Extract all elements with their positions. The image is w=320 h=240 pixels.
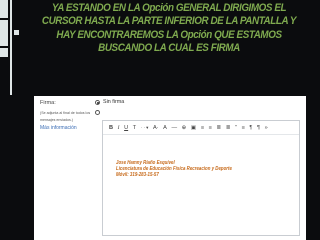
firma-label: Firma: xyxy=(40,100,56,106)
numbered-list-button[interactable]: ≡ xyxy=(201,124,204,132)
more-info-link[interactable]: Más información xyxy=(40,125,77,131)
text-color-button[interactable]: A xyxy=(163,124,167,132)
ltr-button[interactable]: ¶ xyxy=(257,124,260,132)
radio-selected-icon[interactable] xyxy=(95,99,100,105)
radio-signature[interactable] xyxy=(95,108,100,116)
signature-settings-panel: Firma: (Se adjunta al final de todos los… xyxy=(34,96,306,240)
indent-less-button[interactable]: ≣ xyxy=(217,124,222,132)
slide: YA ESTANDO EN LA Opción GENERAL DIRIGIMO… xyxy=(0,0,320,240)
signature-text[interactable]: Jose Hamny Riaño Esquivel Licenciatura d… xyxy=(116,160,248,179)
signature-phone: Móvil: 319-283-15-57 xyxy=(116,172,159,179)
indent-more-button[interactable]: ≣ xyxy=(226,124,231,132)
radio-unselected-icon[interactable] xyxy=(95,109,100,115)
font-size-button[interactable]: A· xyxy=(153,124,159,132)
font-size-dropdown-button[interactable]: · · ▾ xyxy=(141,124,149,132)
formatting-toolbar: B I U T · · ▾ A· A — ⊕ ▣ ≡ ≡ ≣ ≣ ” ≡ ¶ ¶ » xyxy=(103,121,299,135)
bullet-list-button[interactable]: ≡ xyxy=(209,124,212,132)
decorative-bars xyxy=(0,0,22,95)
underline-button[interactable]: U xyxy=(124,124,128,132)
bold-button[interactable]: B xyxy=(109,124,113,132)
font-family-button[interactable]: T xyxy=(133,124,136,132)
radio-sin-firma-label: Sin firma xyxy=(103,99,125,105)
link-button[interactable]: ⊕ xyxy=(182,124,187,132)
quote-button[interactable]: ” xyxy=(235,124,237,132)
radio-sin-firma[interactable]: Sin firma xyxy=(95,98,124,106)
firma-hint: (Se adjunta al final de todos los mensaj… xyxy=(40,111,91,122)
remove-format-button[interactable]: » xyxy=(265,124,268,132)
italic-button[interactable]: I xyxy=(118,124,120,132)
image-button[interactable]: ▣ xyxy=(191,124,196,132)
highlight-color-button[interactable]: — xyxy=(171,124,177,132)
slide-title: YA ESTANDO EN LA Opción GENERAL DIRIGIMO… xyxy=(41,2,297,55)
signature-editor[interactable]: B I U T · · ▾ A· A — ⊕ ▣ ≡ ≡ ≣ ≣ ” ≡ ¶ ¶ » Jose Hamny Riañ… xyxy=(102,120,300,236)
align-button[interactable]: ≡ xyxy=(242,124,245,132)
rtl-button[interactable]: ¶ xyxy=(249,124,252,132)
